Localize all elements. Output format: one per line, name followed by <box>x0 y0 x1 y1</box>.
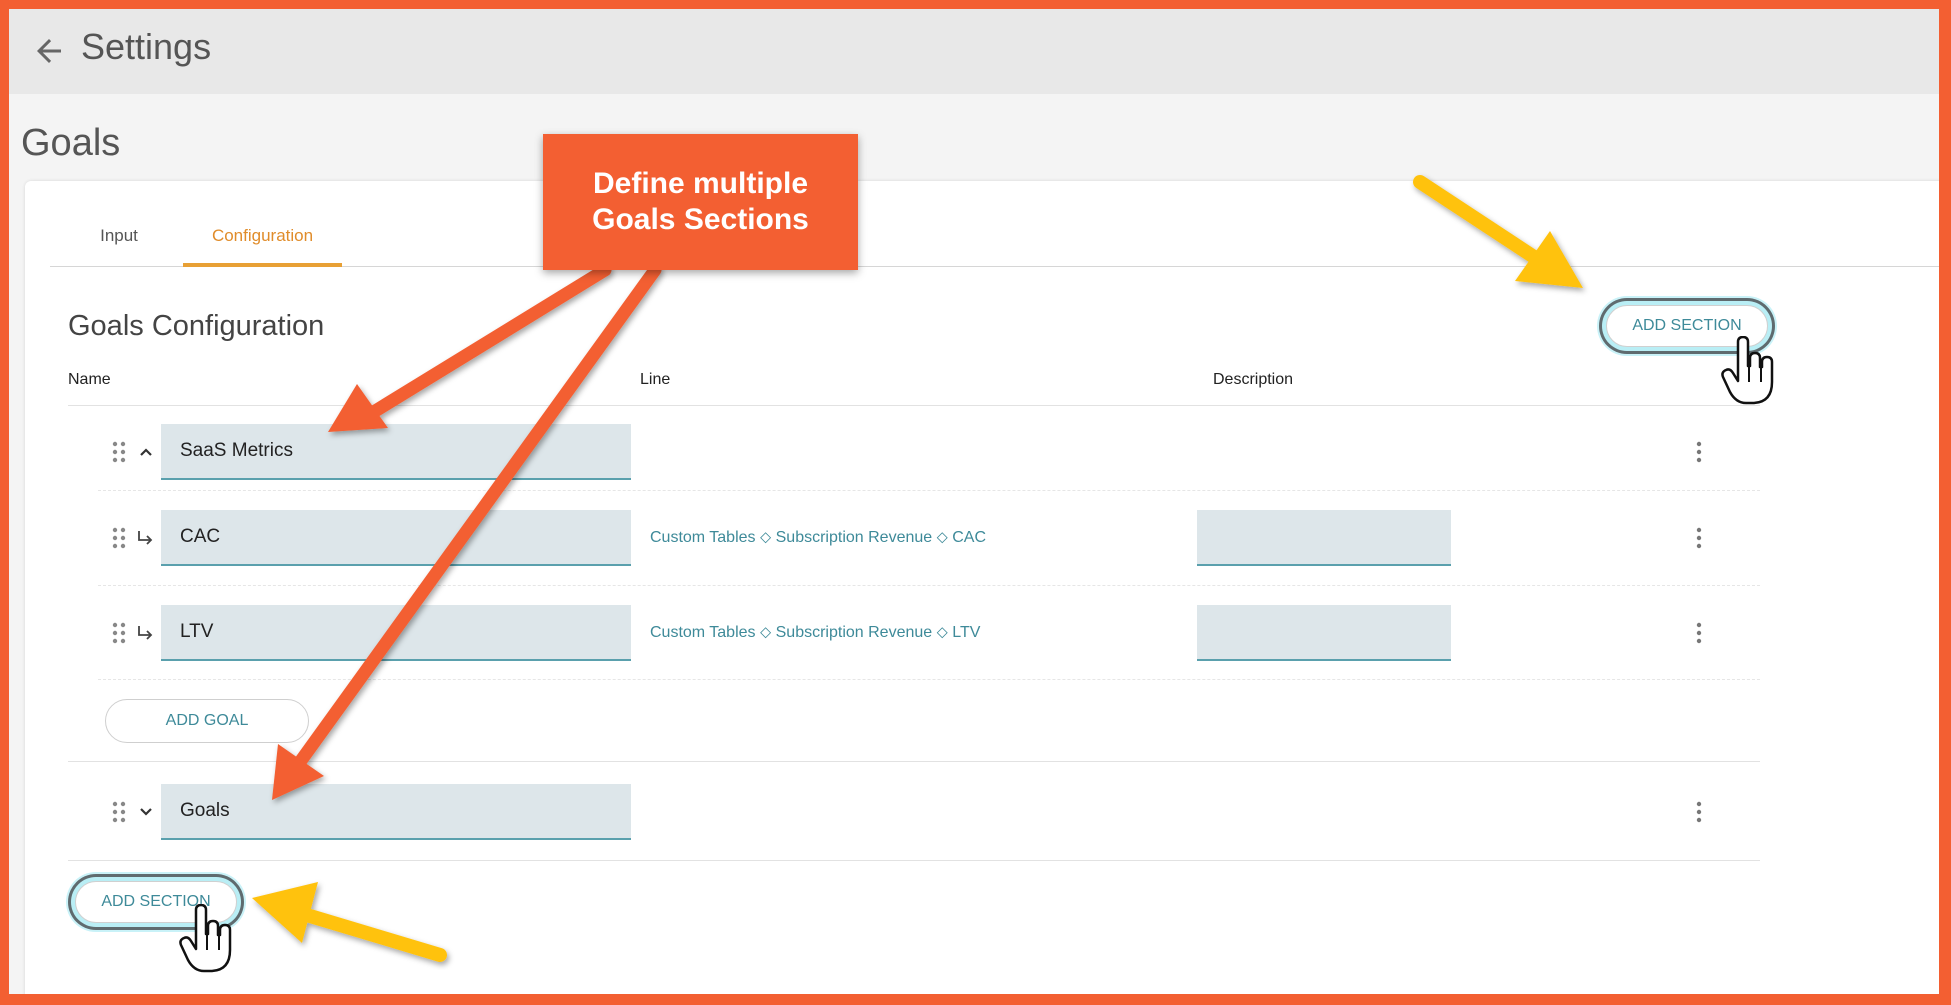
drag-handle-icon[interactable] <box>112 801 126 823</box>
more-vert-icon[interactable] <box>1693 527 1705 549</box>
tab-input[interactable]: Input <box>84 211 154 263</box>
callout-line-1: Define multiple <box>592 167 809 200</box>
chevron-down-icon[interactable] <box>138 804 154 820</box>
callout-line-2: Goals Sections <box>592 203 809 236</box>
column-header-description: Description <box>1213 371 1294 388</box>
more-vert-icon[interactable] <box>1693 801 1705 823</box>
more-vert-icon[interactable] <box>1693 441 1705 463</box>
page-title: Goals <box>21 122 121 164</box>
goal-line-link[interactable]: Custom Tables ⬦ Subscription Revenue ⬦ C… <box>650 529 986 547</box>
subdirectory-arrow-icon <box>138 531 153 545</box>
goal-line-link[interactable]: Custom Tables ⬦ Subscription Revenue ⬦ L… <box>650 624 980 642</box>
column-header-name: Name <box>68 371 111 388</box>
goal-description-input[interactable] <box>1197 605 1451 661</box>
goal-name-input[interactable]: LTV <box>161 605 631 661</box>
drag-handle-icon[interactable] <box>112 622 126 644</box>
section-divider <box>68 860 1760 861</box>
app-window: Settings Goals Input Configuration Goals… <box>9 9 1939 994</box>
section-name-input[interactable]: Goals <box>161 784 631 840</box>
goal-description-input[interactable] <box>1197 510 1451 566</box>
goals-card: Input Configuration Goals Configuration … <box>25 181 1939 994</box>
hand-pointer-icon <box>179 904 232 973</box>
add-goal-button[interactable]: ADD GOAL <box>105 699 309 743</box>
section-divider <box>68 761 1760 762</box>
drag-handle-icon[interactable] <box>112 527 126 549</box>
row-divider <box>98 585 1760 586</box>
arrow-left-icon[interactable] <box>31 33 67 69</box>
row-divider <box>98 679 1760 680</box>
hand-pointer-icon <box>1721 336 1774 405</box>
goal-name-input[interactable]: CAC <box>161 510 631 566</box>
settings-title: Settings <box>81 26 212 67</box>
subdirectory-arrow-icon <box>138 626 153 640</box>
section-heading: Goals Configuration <box>68 310 325 342</box>
more-vert-icon[interactable] <box>1693 622 1705 644</box>
row-divider <box>98 490 1760 491</box>
top-bar: Settings <box>9 9 1939 94</box>
tab-configuration[interactable]: Configuration <box>183 211 342 267</box>
drag-handle-icon[interactable] <box>112 441 126 463</box>
header-divider <box>68 405 1760 406</box>
tab-bar: Input Configuration <box>50 211 1939 267</box>
annotation-callout: Define multiple Goals Sections <box>543 134 858 270</box>
column-header-line: Line <box>640 371 671 388</box>
chevron-up-icon[interactable] <box>138 444 154 460</box>
section-name-input[interactable]: SaaS Metrics <box>161 424 631 480</box>
